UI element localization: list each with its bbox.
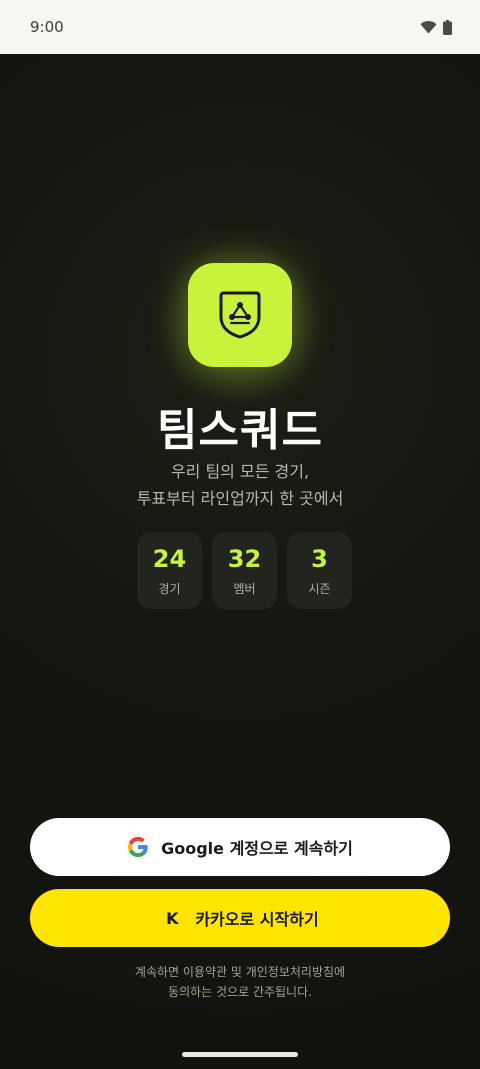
status-bar: 9:00	[0, 0, 480, 54]
login-screen: 팀스쿼드 우리 팀의 모든 경기, 투표부터 라인업까지 한 곳에서 24 경기…	[0, 54, 480, 1069]
stat-value: 3	[311, 545, 328, 573]
stats-row: 24 경기 32 멤버 3 시즌	[137, 532, 352, 609]
stat-value: 32	[227, 545, 262, 573]
terms-line-2: 동의하는 것으로 간주됩니다.	[168, 985, 312, 999]
google-login-label: Google 계정으로 계속하기	[161, 839, 353, 858]
terms-line-1: 계속하면 이용약관 및 개인정보처리방침에	[134, 965, 346, 979]
tagline: 우리 팀의 모든 경기, 투표부터 라인업까지 한 곳에서	[0, 458, 480, 512]
stat-label: 시즌	[308, 582, 331, 596]
shield-network-icon	[219, 291, 261, 339]
status-icons	[420, 19, 452, 35]
battery-icon	[443, 19, 452, 35]
stat-card-seasons: 3 시즌	[287, 532, 352, 609]
kakao-login-label: 카카오로 시작하기	[195, 910, 319, 929]
app-title: 팀스쿼드	[157, 405, 323, 456]
kakao-icon: K	[166, 908, 179, 928]
stat-label: 멤버	[233, 582, 256, 596]
tagline-line-1: 우리 팀의 모든 경기,	[170, 462, 310, 481]
google-login-button[interactable]: Google 계정으로 계속하기	[30, 818, 450, 876]
stat-value: 24	[152, 545, 187, 573]
app-logo	[188, 263, 292, 367]
stat-label: 경기	[158, 582, 181, 596]
kakao-login-button[interactable]: K 카카오로 시작하기	[30, 889, 450, 947]
terms-notice: 계속하면 이용약관 및 개인정보처리방침에 동의하는 것으로 간주됩니다.	[0, 962, 480, 1002]
home-indicator[interactable]	[182, 1052, 298, 1057]
wifi-icon	[420, 21, 437, 34]
google-g-icon	[128, 836, 148, 858]
status-time: 9:00	[30, 18, 64, 36]
stat-card-matches: 24 경기	[137, 532, 202, 609]
tagline-line-2: 투표부터 라인업까지 한 곳에서	[136, 489, 344, 508]
stat-card-members: 32 멤버	[212, 532, 277, 609]
